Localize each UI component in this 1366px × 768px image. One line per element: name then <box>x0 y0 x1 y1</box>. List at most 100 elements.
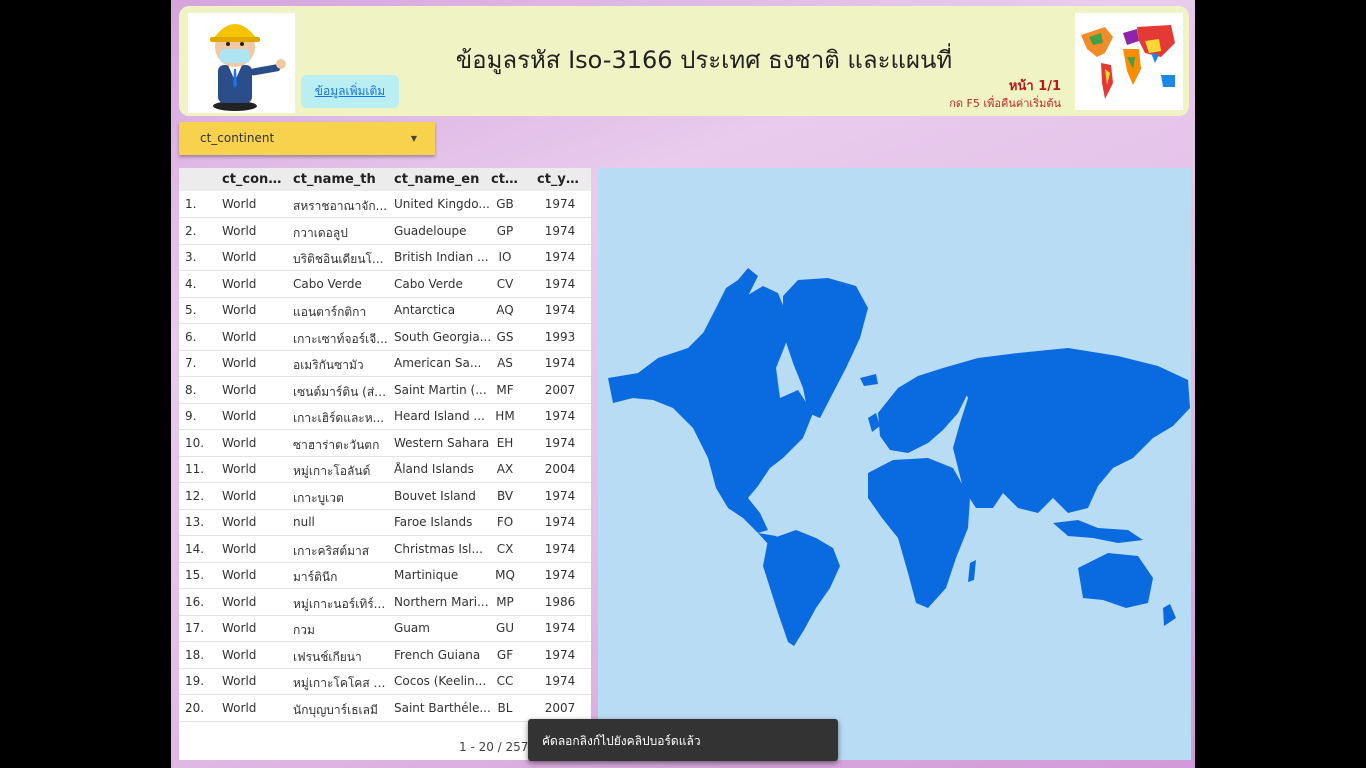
table-cell: Cabo Verde <box>293 276 362 291</box>
table-row[interactable]: 8. World เซนต์มาร์ติน (ส่ว... Saint Martin … <box>179 377 591 404</box>
table-row[interactable]: 17. World กวม Guam GU 1974 <box>179 615 591 642</box>
column-header[interactable]: ct_name_en <box>394 172 494 187</box>
table-cell: 1974 <box>544 356 576 370</box>
table-row[interactable]: 2. World กวาเดอลูป Guadeloupe GP 1974 <box>179 218 591 245</box>
table-cell: 1974 <box>544 488 576 503</box>
table-row[interactable]: 16. World หมู่เกาะนอร์เทิร์... Northern Mar… <box>179 589 591 616</box>
map-madagascar[interactable] <box>968 560 976 582</box>
reset-hint: กด F5 เพื่อคืนค่าเริ่มต้น <box>949 97 1061 110</box>
map-africa[interactable] <box>868 458 970 608</box>
continent-filter-dropdown[interactable]: ct_continent ▼ <box>179 122 435 155</box>
map-indonesia[interactable] <box>1053 520 1143 543</box>
table-row[interactable]: 7. World อเมริกันซามัว American Sa... AS 1974 <box>179 350 591 377</box>
table-cell: เกาะเฮิร์ดและห... <box>293 411 385 425</box>
map-europe[interactable] <box>878 368 968 453</box>
page-indicator: หน้า 1/1 <box>1008 79 1061 94</box>
table-row[interactable]: 5. World แอนตาร์กติกา Antarctica AQ 1974 <box>179 297 591 324</box>
table-cell: เกาะบูเวต <box>293 490 344 505</box>
table-cell: MF <box>496 382 514 397</box>
table-cell: 18. <box>185 647 205 662</box>
table-row[interactable]: 14. World เกาะคริสต์มาส Christmas Isl... CX 1… <box>179 536 591 563</box>
table-cell: นักบุญบาร์เธเลมี <box>293 702 378 717</box>
table-cell: Northern Mari... <box>394 594 489 609</box>
table-cell: กวม <box>293 623 315 637</box>
table-cell: World <box>222 329 257 344</box>
table-cell: หมู่เกาะนอร์เทิร์... <box>293 596 386 611</box>
table-cell: World <box>222 594 257 609</box>
table-cell: CV <box>496 276 514 291</box>
table-cell: American Sa... <box>394 356 482 370</box>
page-title: ข้อมูลรหัส Iso-3166 ประเทศ ธงชาติ และแผน… <box>455 46 953 74</box>
table-cell: World <box>222 488 257 503</box>
mascot-image <box>188 13 295 113</box>
table-cell: 3. <box>185 250 197 264</box>
table-row[interactable]: 20. World นักบุญบาร์เธเลมี Saint Barthéle..… <box>179 695 591 722</box>
table-cell: BV <box>496 488 514 503</box>
table-row[interactable]: 10. World ซาฮาร่าตะวันตก Western Sahara EH 19… <box>179 430 591 457</box>
column-header[interactable]: ct... <box>491 172 519 187</box>
table-cell: World <box>222 515 257 529</box>
table-row[interactable]: 18. World เฟรนช์เกียนา French Guiana GF 1974 <box>179 642 591 669</box>
table-cell: Åland Islands <box>394 462 474 476</box>
table-cell: 14. <box>185 541 205 556</box>
table-row[interactable]: 12. World เกาะบูเวต Bouvet Island BV 1974 <box>179 483 591 510</box>
table-cell: World <box>222 356 257 370</box>
table-cell: Guadeloupe <box>394 223 467 238</box>
table-cell: Guam <box>394 621 430 635</box>
map-new-zealand[interactable] <box>1163 604 1176 626</box>
table-cell: FO <box>496 515 514 529</box>
table-row[interactable]: 9. World เกาะเฮิร์ดและห... Heard Island ...… <box>179 403 591 430</box>
table-cell: Christmas Isl... <box>394 541 483 556</box>
column-header[interactable]: ct_cont... <box>222 172 286 187</box>
table-cell: 1974 <box>544 197 576 211</box>
table-cell: 6. <box>185 329 197 344</box>
table-cell: สหราชอาณาจัก... <box>293 199 388 213</box>
clipboard-snackbar: คัดลอกลิงก์ไปยังคลิปบอร์ดแล้ว <box>528 719 838 761</box>
table-row[interactable]: 1. World สหราชอาณาจัก... United Kingdo... GB… <box>179 191 591 218</box>
column-header[interactable]: ct_name_th <box>293 172 389 187</box>
table-cell: Martinique <box>394 568 459 582</box>
table-cell: 1974 <box>544 541 576 556</box>
table-cell: World <box>222 223 257 238</box>
table-cell: GF <box>496 647 514 662</box>
table-cell: 1974 <box>544 223 576 238</box>
table-row[interactable]: 6. World เกาะเซาท์จอร์เจี... South Georgia.… <box>179 324 591 351</box>
table-cell: อเมริกันซามัว <box>293 358 364 372</box>
table-cell: 2007 <box>544 382 576 397</box>
table-cell: 11. <box>185 462 205 476</box>
table-cell: World <box>222 568 257 582</box>
more-info-link[interactable]: ข้อมูลเพิ่มเติม <box>301 75 399 108</box>
table-cell: AQ <box>496 303 514 317</box>
table-row[interactable]: 4. World Cabo Verde Cabo Verde CV 1974 <box>179 271 591 298</box>
report-canvas: ข้อมูลเพิ่มเติม ข้อมูลรหัส Iso-3166 ประเ… <box>171 0 1195 768</box>
table-cell: 2007 <box>544 700 576 715</box>
table-cell: บริติชอินเดียนโ... <box>293 252 384 266</box>
table-cell: GS <box>496 329 514 344</box>
table-cell: 13. <box>185 515 205 529</box>
table-cell: เกาะคริสต์มาส <box>293 543 370 558</box>
table-row[interactable]: 13. World null Faroe Islands FO 1974 <box>179 509 591 536</box>
table-cell: World <box>222 197 257 211</box>
table-cell: GU <box>495 621 515 635</box>
table-row[interactable]: 3. World บริติชอินเดียนโ... British Indian … <box>179 244 591 271</box>
map-uk[interactable] <box>868 413 880 432</box>
table-row[interactable]: 19. World หมู่เกาะโคโคส (... Cocos (Keelin.… <box>179 668 591 695</box>
map-australia[interactable] <box>1078 553 1153 608</box>
table-cell: Antarctica <box>394 303 456 317</box>
column-header[interactable]: ct_year <box>537 172 587 187</box>
table-row[interactable]: 11. World หมู่เกาะโอลันด์ Åland Islands AX 20… <box>179 456 591 483</box>
table-row[interactable]: 15. World มาร์ตินีก Martinique MQ 1974 <box>179 562 591 589</box>
map-iceland[interactable] <box>860 374 878 386</box>
table-cell: 1974 <box>544 250 576 264</box>
dropdown-arrow-icon[interactable]: ▼ <box>411 134 417 143</box>
table-cell: 1974 <box>544 674 576 688</box>
table-cell: British Indian ... <box>394 250 489 264</box>
table-cell: 1993 <box>544 329 576 344</box>
header-panel: ข้อมูลเพิ่มเติม ข้อมูลรหัส Iso-3166 ประเ… <box>179 6 1189 116</box>
world-map-image <box>1075 13 1183 110</box>
table-cell: CC <box>496 674 514 688</box>
map-south-america[interactable] <box>763 530 840 646</box>
world-map-chart[interactable] <box>598 168 1191 760</box>
country-table: 1 - 20 / 257 ct_cont... ct_name_th ct_name… <box>179 168 591 760</box>
filter-label: ct_continent <box>200 131 275 145</box>
